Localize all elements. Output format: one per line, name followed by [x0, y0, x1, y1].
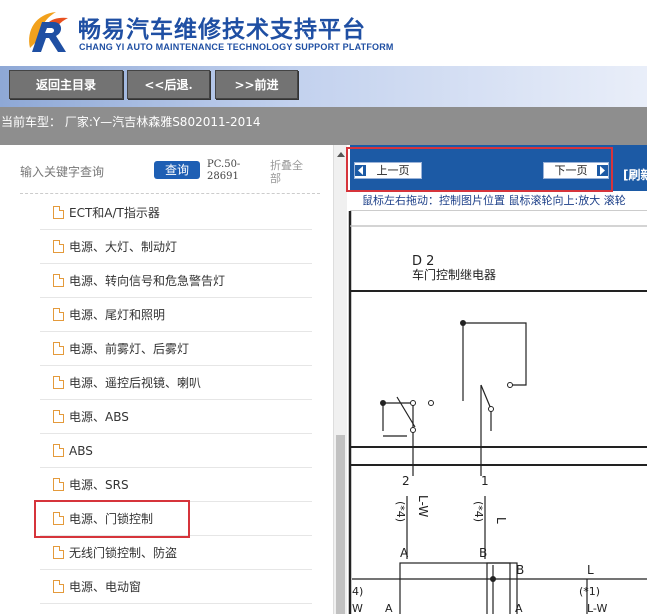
pin-label: 1 — [481, 474, 489, 488]
wire-label: L-W — [416, 495, 430, 517]
connector-label: A — [385, 602, 393, 614]
connector-label: B — [516, 563, 524, 577]
current-vehicle-text: 当前车型： 厂家:Y—汽吉林森雅S802011-2014 — [1, 115, 261, 129]
document-icon — [53, 580, 64, 593]
document-icon — [53, 308, 64, 321]
connector-label: B — [479, 546, 487, 560]
diagram-viewer: 上一页 下一页 [刷新 鼠标左右拖动：控制图片位置 鼠标滚轮向上:放大 滚轮 D… — [347, 145, 647, 614]
tree-item-label: 电源、尾灯和照明 — [69, 308, 166, 322]
next-page-label: 下一页 — [554, 164, 588, 177]
note-label: (*1) — [579, 585, 600, 598]
tree-item[interactable]: 无线门锁控制、防盗 — [40, 536, 312, 570]
back-button[interactable]: <<后退. — [127, 70, 210, 99]
nav-bar: 返回主目录 <<后退. >>前进 — [0, 66, 647, 107]
connector-label: A — [400, 546, 409, 560]
next-page-button[interactable]: 下一页 — [543, 162, 609, 179]
arrow-right-icon — [597, 165, 608, 176]
tree-item-label: ECT和A/T指示器 — [69, 206, 160, 220]
tree-item[interactable]: ABS — [40, 434, 312, 468]
current-vehicle-bar: 当前车型： 厂家:Y—汽吉林森雅S802011-2014 — [0, 107, 647, 145]
header: 畅易汽车维修技术支持平台 CHANG YI AUTO MAINTENANCE T… — [0, 0, 647, 66]
wire-label: W — [352, 602, 363, 614]
tree-list: ECT和A/T指示器 电源、大灯、制动灯 电源、转向信号和危急警告灯 电源、尾灯… — [40, 196, 312, 604]
tree-item[interactable]: 电源、尾灯和照明 — [40, 298, 312, 332]
tree-item[interactable]: 电源、SRS — [40, 468, 312, 502]
document-icon — [53, 410, 64, 423]
tree-item[interactable]: 电源、遥控后视镜、喇叭 — [40, 366, 312, 400]
pc-code-line: 28691 — [207, 171, 239, 182]
pin-label: 2 — [402, 474, 410, 488]
connector-label: A — [515, 602, 523, 614]
tree-item-label: 电源、遥控后视镜、喇叭 — [69, 376, 202, 390]
document-icon — [53, 546, 64, 559]
tree-item[interactable]: 电源、ABS — [40, 400, 312, 434]
wire-label: L — [494, 517, 508, 524]
document-icon — [53, 478, 64, 491]
tree-item[interactable]: 电源、大灯、制动灯 — [40, 230, 312, 264]
tree-item-label: 电源、前雾灯、后雾灯 — [69, 342, 190, 356]
collapse-all-label: 部 — [270, 172, 281, 185]
tree-item-label: 电源、SRS — [69, 478, 129, 492]
brand-subtitle: CHANG YI AUTO MAINTENANCE TECHNOLOGY SUP… — [79, 42, 394, 52]
pager-bar: 上一页 下一页 [刷新 — [350, 145, 647, 191]
search-input[interactable]: 输入关键字查询 — [20, 163, 104, 180]
divider — [20, 193, 320, 194]
pc-code-line: PC.50- — [207, 159, 241, 170]
tree-item-label: ABS — [69, 443, 93, 458]
tree-item-label: 无线门锁控制、防盗 — [69, 546, 178, 560]
component-name: 车门控制继电器 — [412, 267, 496, 282]
document-icon — [53, 274, 64, 287]
forward-button[interactable]: >>前进 — [215, 70, 298, 99]
note-label: 4) — [352, 585, 363, 598]
scroll-up-icon[interactable] — [337, 152, 345, 157]
refresh-link[interactable]: [刷新 — [623, 166, 647, 183]
component-code: D 2 — [412, 254, 434, 269]
tree-item[interactable]: ECT和A/T指示器 — [40, 196, 312, 230]
document-icon — [53, 512, 64, 525]
tree-item-label: 电源、电动窗 — [69, 580, 142, 594]
document-icon — [53, 240, 64, 253]
sidebar-scrollbar[interactable] — [333, 145, 347, 614]
prev-page-label: 上一页 — [376, 164, 410, 177]
document-icon — [53, 342, 64, 355]
collapse-all-button[interactable]: 折叠全 部 — [270, 159, 303, 185]
wire-label: L — [587, 563, 594, 577]
arrow-left-icon — [355, 165, 366, 176]
note-label: (*4) — [394, 501, 407, 522]
brand-title: 畅易汽车维修技术支持平台 — [78, 17, 366, 43]
wire-label: L-W — [587, 602, 607, 614]
tree-item[interactable]: 电源、转向信号和危急警告灯 — [40, 264, 312, 298]
document-icon — [53, 376, 64, 389]
home-button[interactable]: 返回主目录 — [9, 70, 123, 99]
collapse-all-label: 折叠全 — [270, 159, 303, 172]
document-icon — [53, 206, 64, 219]
tree-item[interactable]: 电源、电动窗 — [40, 570, 312, 604]
pc-code: PC.50- 28691 — [207, 159, 240, 183]
tree-item[interactable]: 电源、前雾灯、后雾灯 — [40, 332, 312, 366]
tree-item-label: 电源、门锁控制 — [69, 512, 154, 526]
prev-page-button[interactable]: 上一页 — [354, 162, 422, 179]
note-label: (*4) — [472, 501, 485, 522]
tree-item-label: 电源、ABS — [69, 410, 129, 424]
tree-item-label: 电源、转向信号和危急警告灯 — [69, 274, 226, 288]
usage-hint: 鼠标左右拖动：控制图片位置 鼠标滚轮向上:放大 滚轮 — [350, 191, 647, 211]
scrollbar-thumb[interactable] — [336, 435, 345, 614]
wiring-diagram[interactable]: D 2 车门控制继电器 2 1 L-W L (*4) (*4) A B B L … — [347, 211, 647, 614]
tree-item-label: 电源、大灯、制动灯 — [69, 240, 178, 254]
tree-item-door-lock[interactable]: 电源、门锁控制 — [40, 502, 312, 536]
search-button[interactable]: 查询 — [154, 161, 200, 179]
sidebar: 输入关键字查询 查询 PC.50- 28691 折叠全 部 ECT和A/T指示器… — [0, 145, 347, 614]
document-icon — [53, 444, 64, 457]
brand-logo-icon — [29, 12, 68, 52]
